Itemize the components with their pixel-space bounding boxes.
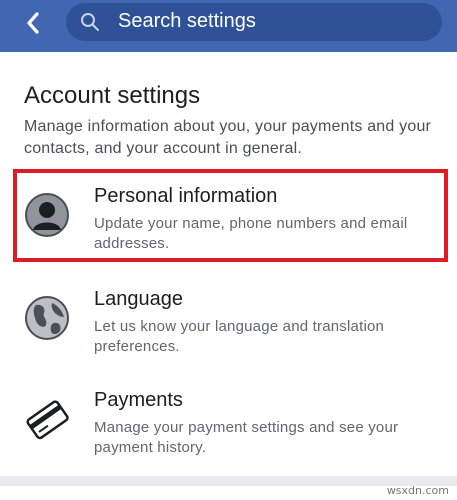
person-icon [25,193,69,237]
settings-item-language[interactable]: Language Let us know your language and t… [0,276,457,368]
search-icon [81,13,99,31]
search-input[interactable]: Search settings [66,3,442,41]
settings-item-label: Personal information [94,185,278,207]
section-title: Account settings [24,82,201,109]
settings-item-description: Update your name, phone numbers and emai… [94,215,408,252]
watermark: wsxdn.com [386,484,449,497]
search-placeholder: Search settings [118,10,256,32]
settings-item-description: Manage your payment settings and see you… [94,419,399,456]
settings-item-personal-information[interactable]: Personal information Update your name, p… [0,173,457,265]
settings-item-label: Language [94,288,183,310]
settings-item-payments[interactable]: Payments Manage your payment settings an… [0,377,457,469]
back-arrow-icon [27,12,39,34]
section-description: Manage information about you, your payme… [24,118,432,157]
settings-item-label: Payments [94,389,183,411]
credit-card-icon [26,400,69,440]
back-button[interactable] [18,8,48,38]
globe-icon [25,296,69,340]
settings-item-description: Let us know your language and translatio… [94,318,385,355]
top-bar: Search settings [0,0,457,52]
